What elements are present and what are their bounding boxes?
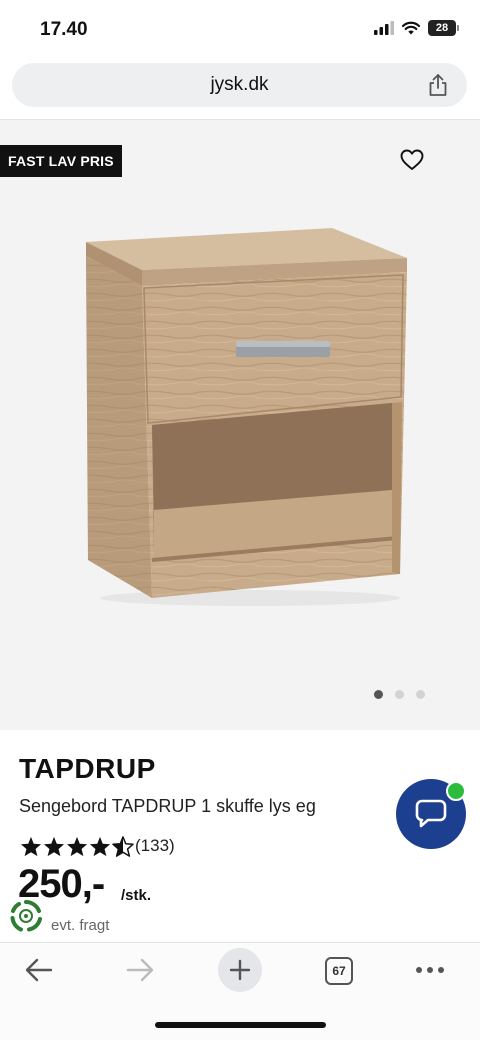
pagination-dot-active[interactable]	[374, 690, 383, 699]
status-bar: 17.40 28	[0, 0, 480, 58]
gallery-pagination[interactable]	[374, 690, 425, 699]
product-brand: TAPDRUP	[19, 753, 156, 784]
tabs-button[interactable]: 67	[325, 957, 353, 985]
wifi-icon	[402, 21, 420, 35]
product-subtitle: Sengebord TAPDRUP 1 skuffe lys eg	[19, 796, 316, 816]
price-unit: /stk.	[121, 887, 152, 904]
forward-arrow-icon[interactable]	[125, 957, 155, 983]
star-icon	[43, 836, 65, 857]
pagination-dot[interactable]	[395, 690, 404, 699]
more-dot	[416, 967, 422, 973]
cellular-signal-icon	[374, 21, 394, 35]
battery-indicator: 28	[428, 20, 459, 36]
review-count[interactable]: (133)	[135, 836, 175, 856]
star-icon	[89, 836, 111, 857]
star-half-icon	[112, 836, 134, 857]
home-indicator	[155, 1022, 326, 1028]
new-tab-button[interactable]	[218, 948, 262, 992]
more-dot	[427, 967, 433, 973]
status-time: 17.40	[40, 19, 88, 40]
more-dot	[438, 967, 444, 973]
status-icons: 28	[374, 20, 459, 36]
price-badge: FAST LAV PRIS	[0, 145, 122, 177]
online-status-dot	[446, 781, 466, 801]
eco-icon	[10, 900, 42, 932]
heart-icon[interactable]	[400, 149, 424, 171]
freight-note: evt. fragt	[51, 917, 110, 934]
product-image[interactable]	[80, 220, 415, 610]
plus-icon	[229, 959, 251, 981]
rating-stars[interactable]	[20, 836, 134, 857]
share-icon[interactable]	[427, 73, 449, 97]
chat-icon	[415, 799, 447, 828]
pagination-dot[interactable]	[416, 690, 425, 699]
back-arrow-icon[interactable]	[24, 957, 54, 983]
star-icon	[66, 836, 88, 857]
url-text[interactable]: jysk.dk	[12, 74, 467, 96]
more-icon[interactable]	[416, 967, 444, 973]
address-bar[interactable]: jysk.dk	[12, 63, 467, 107]
star-icon	[20, 836, 42, 857]
